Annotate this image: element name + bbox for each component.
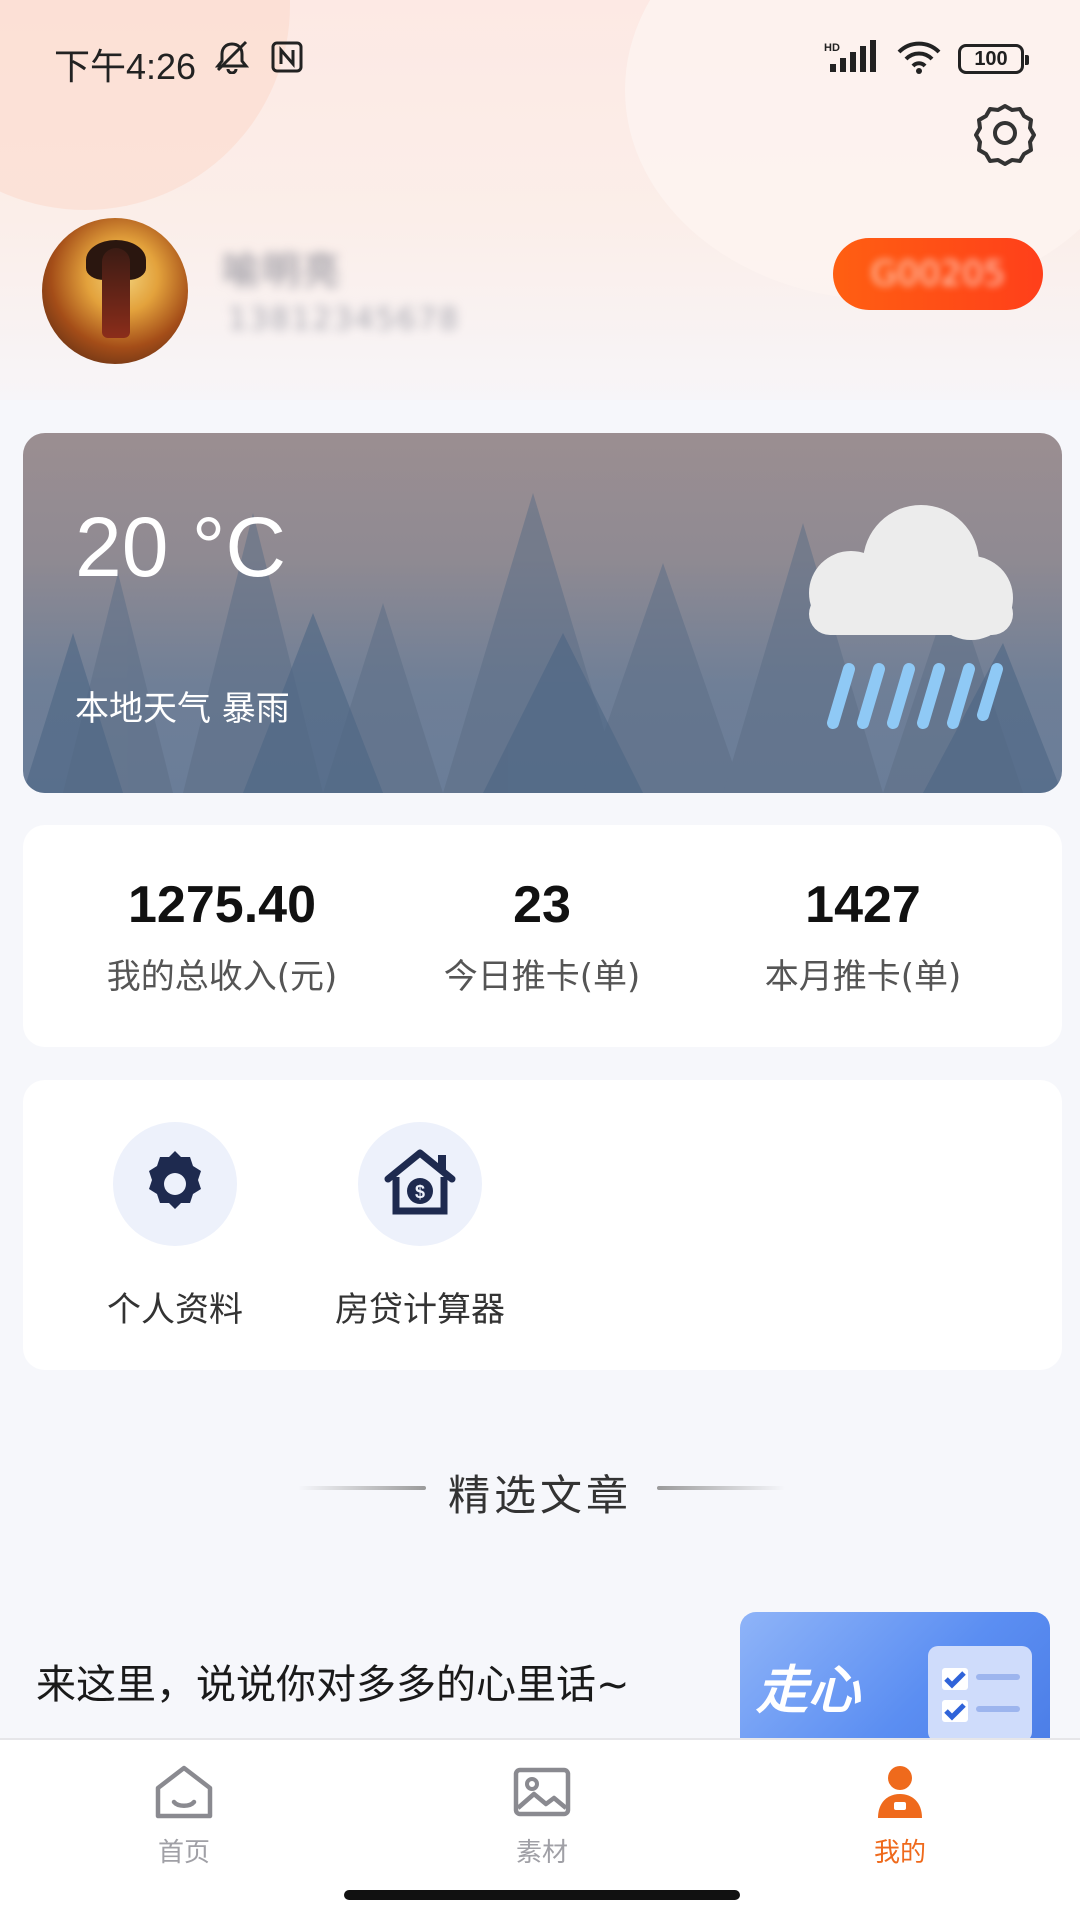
wifi-icon [896, 40, 942, 78]
battery-icon: 100 [958, 44, 1029, 74]
tool-mortgage-calculator[interactable]: $ 房贷计算器 [320, 1122, 520, 1331]
user-code-badge[interactable]: G00205 [833, 238, 1043, 310]
stat-today-cards[interactable]: 23 今日推卡(单) [392, 875, 692, 998]
status-bar: 下午4:26 HD 100 [0, 0, 1080, 120]
tool-label: 个人资料 [107, 1290, 243, 1330]
house-money-icon: $ [382, 1147, 458, 1221]
nfc-icon [270, 40, 304, 78]
nav-label: 首页 [157, 1838, 210, 1868]
svg-text:HD: HD [824, 42, 840, 54]
stat-value: 1427 [805, 876, 921, 934]
nav-home[interactable]: 首页 [104, 1762, 264, 1869]
user-name: 喻明亮 [222, 249, 343, 293]
cloud-rain-icon [791, 493, 1031, 733]
home-indicator[interactable] [344, 1890, 740, 1900]
status-time: 下午4:26 [54, 46, 197, 87]
article-item[interactable]: 来这里，说说你对多多的心里话~ 走心 问卷 [0, 1600, 1080, 1742]
divider [657, 1486, 785, 1490]
gear-icon [140, 1147, 210, 1221]
nav-materials[interactable]: 素材 [462, 1762, 622, 1869]
stat-label: 我的总收入(元) [106, 957, 338, 997]
stat-label: 今日推卡(单) [443, 957, 641, 997]
stat-total-income[interactable]: 1275.40 我的总收入(元) [72, 875, 372, 998]
svg-text:$: $ [415, 1182, 425, 1202]
stat-value: 1275.40 [128, 876, 316, 934]
article-title: 来这里，说说你对多多的心里话~ [36, 1662, 630, 1708]
tool-profile[interactable]: 个人资料 [75, 1122, 275, 1331]
gear-icon [972, 104, 1038, 170]
section-title: 精选文章 [447, 1471, 632, 1520]
mute-icon [212, 40, 252, 78]
user-id: 13812345678 [228, 302, 460, 337]
weather-description: 本地天气 暴雨 [75, 689, 290, 729]
settings-button[interactable] [972, 100, 1038, 166]
checklist-icon [928, 1646, 1032, 1742]
image-icon [510, 1767, 574, 1826]
tools-card: 个人资料 $ 房贷计算器 [23, 1080, 1062, 1370]
nav-label: 我的 [873, 1838, 926, 1868]
profile-icon [868, 1766, 932, 1826]
stats-card: 1275.40 我的总收入(元) 23 今日推卡(单) 1427 本月推卡(单) [23, 825, 1062, 1047]
stat-month-cards[interactable]: 1427 本月推卡(单) [713, 875, 1013, 998]
nav-label: 素材 [515, 1838, 568, 1868]
stat-label: 本月推卡(单) [764, 957, 962, 997]
home-icon [152, 1765, 216, 1826]
nav-mine[interactable]: 我的 [820, 1762, 980, 1869]
weather-temperature: 20 °C [75, 500, 287, 594]
weather-card[interactable]: 20 °C 本地天气 暴雨 [23, 433, 1062, 793]
article-thumbnail: 走心 问卷 [740, 1612, 1050, 1742]
tool-label: 房贷计算器 [335, 1290, 505, 1330]
stat-value: 23 [513, 876, 571, 934]
avatar[interactable] [42, 218, 188, 364]
signal-icon: HD [824, 40, 880, 78]
